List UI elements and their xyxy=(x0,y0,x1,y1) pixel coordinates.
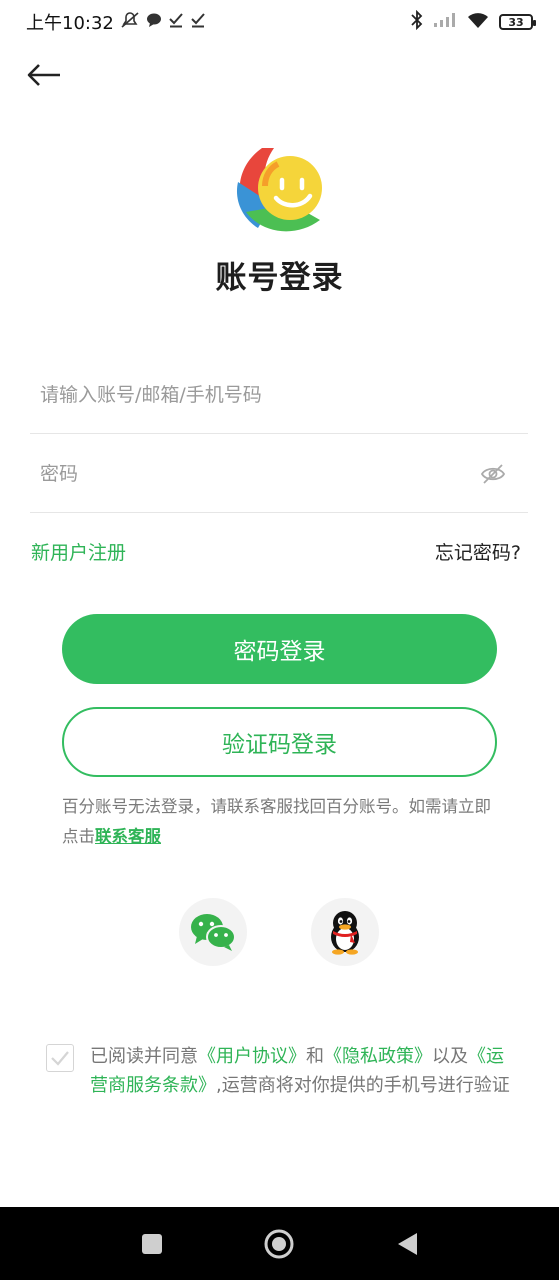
account-field-row xyxy=(30,356,528,434)
account-links: 新用户注册 忘记密码? xyxy=(31,538,521,565)
triangle-back-icon xyxy=(398,1233,417,1255)
eye-off-icon[interactable] xyxy=(480,462,506,486)
agreement: 已阅读并同意《用户协议》和《隐私政策》以及《运营商服务条款》,运营商将对你提供的… xyxy=(46,1042,516,1100)
help-text: 百分账号无法登录，请联系客服找回百分账号。如需请立即点击联系客服 xyxy=(62,792,502,852)
status-time: 上午10:32 xyxy=(26,13,114,34)
qq-icon xyxy=(331,911,359,955)
task-check-icon xyxy=(168,12,184,32)
wechat-icon xyxy=(191,914,236,951)
mute-icon xyxy=(120,11,140,33)
status-left: 上午10:32 xyxy=(26,9,206,35)
agreement-text: 已阅读并同意《用户协议》和《隐私政策》以及《运营商服务条款》,运营商将对你提供的… xyxy=(90,1042,516,1100)
agreement-also: 以及 xyxy=(432,1046,468,1067)
forgot-password-link[interactable]: 忘记密码? xyxy=(435,538,521,565)
square-icon xyxy=(142,1234,162,1254)
status-right: 33 xyxy=(411,9,536,34)
check-icon xyxy=(51,1051,69,1066)
wifi-icon xyxy=(467,12,489,33)
privacy-policy-link[interactable]: 《隐私政策》 xyxy=(324,1046,432,1067)
agreement-checkbox[interactable] xyxy=(46,1044,74,1072)
contact-support-link[interactable]: 联系客服 xyxy=(95,827,161,846)
back-button[interactable] xyxy=(22,55,66,95)
register-link[interactable]: 新用户注册 xyxy=(31,538,126,565)
password-login-button[interactable]: 密码登录 xyxy=(62,614,497,684)
code-login-button[interactable]: 验证码登录 xyxy=(62,707,497,777)
circle-icon xyxy=(264,1229,294,1259)
system-back-button[interactable] xyxy=(390,1227,424,1261)
chat-bubble-icon xyxy=(146,12,162,32)
agreement-suffix: ,运营商将对你提供的手机号进行验证 xyxy=(216,1075,510,1096)
page-title: 账号登录 xyxy=(215,260,344,296)
system-nav-bar xyxy=(0,1207,559,1280)
task-check-icon xyxy=(190,12,206,32)
status-bar: 上午10:32 33 xyxy=(0,0,559,44)
arrow-left-icon xyxy=(27,64,60,86)
password-input[interactable] xyxy=(30,462,528,485)
password-field-row xyxy=(30,435,528,513)
user-agreement-link[interactable]: 《用户协议》 xyxy=(198,1046,306,1067)
signal-icon xyxy=(433,12,457,32)
bluetooth-icon xyxy=(411,9,423,34)
account-input[interactable] xyxy=(30,383,528,406)
qq-login-button[interactable] xyxy=(311,898,379,966)
agreement-prefix: 已阅读并同意 xyxy=(90,1046,198,1067)
agreement-and: 和 xyxy=(306,1046,324,1067)
wechat-login-button[interactable] xyxy=(179,898,247,966)
recent-apps-button[interactable] xyxy=(135,1227,169,1261)
app-logo xyxy=(232,142,328,238)
home-button[interactable] xyxy=(262,1227,296,1261)
battery-icon: 33 xyxy=(499,14,536,30)
